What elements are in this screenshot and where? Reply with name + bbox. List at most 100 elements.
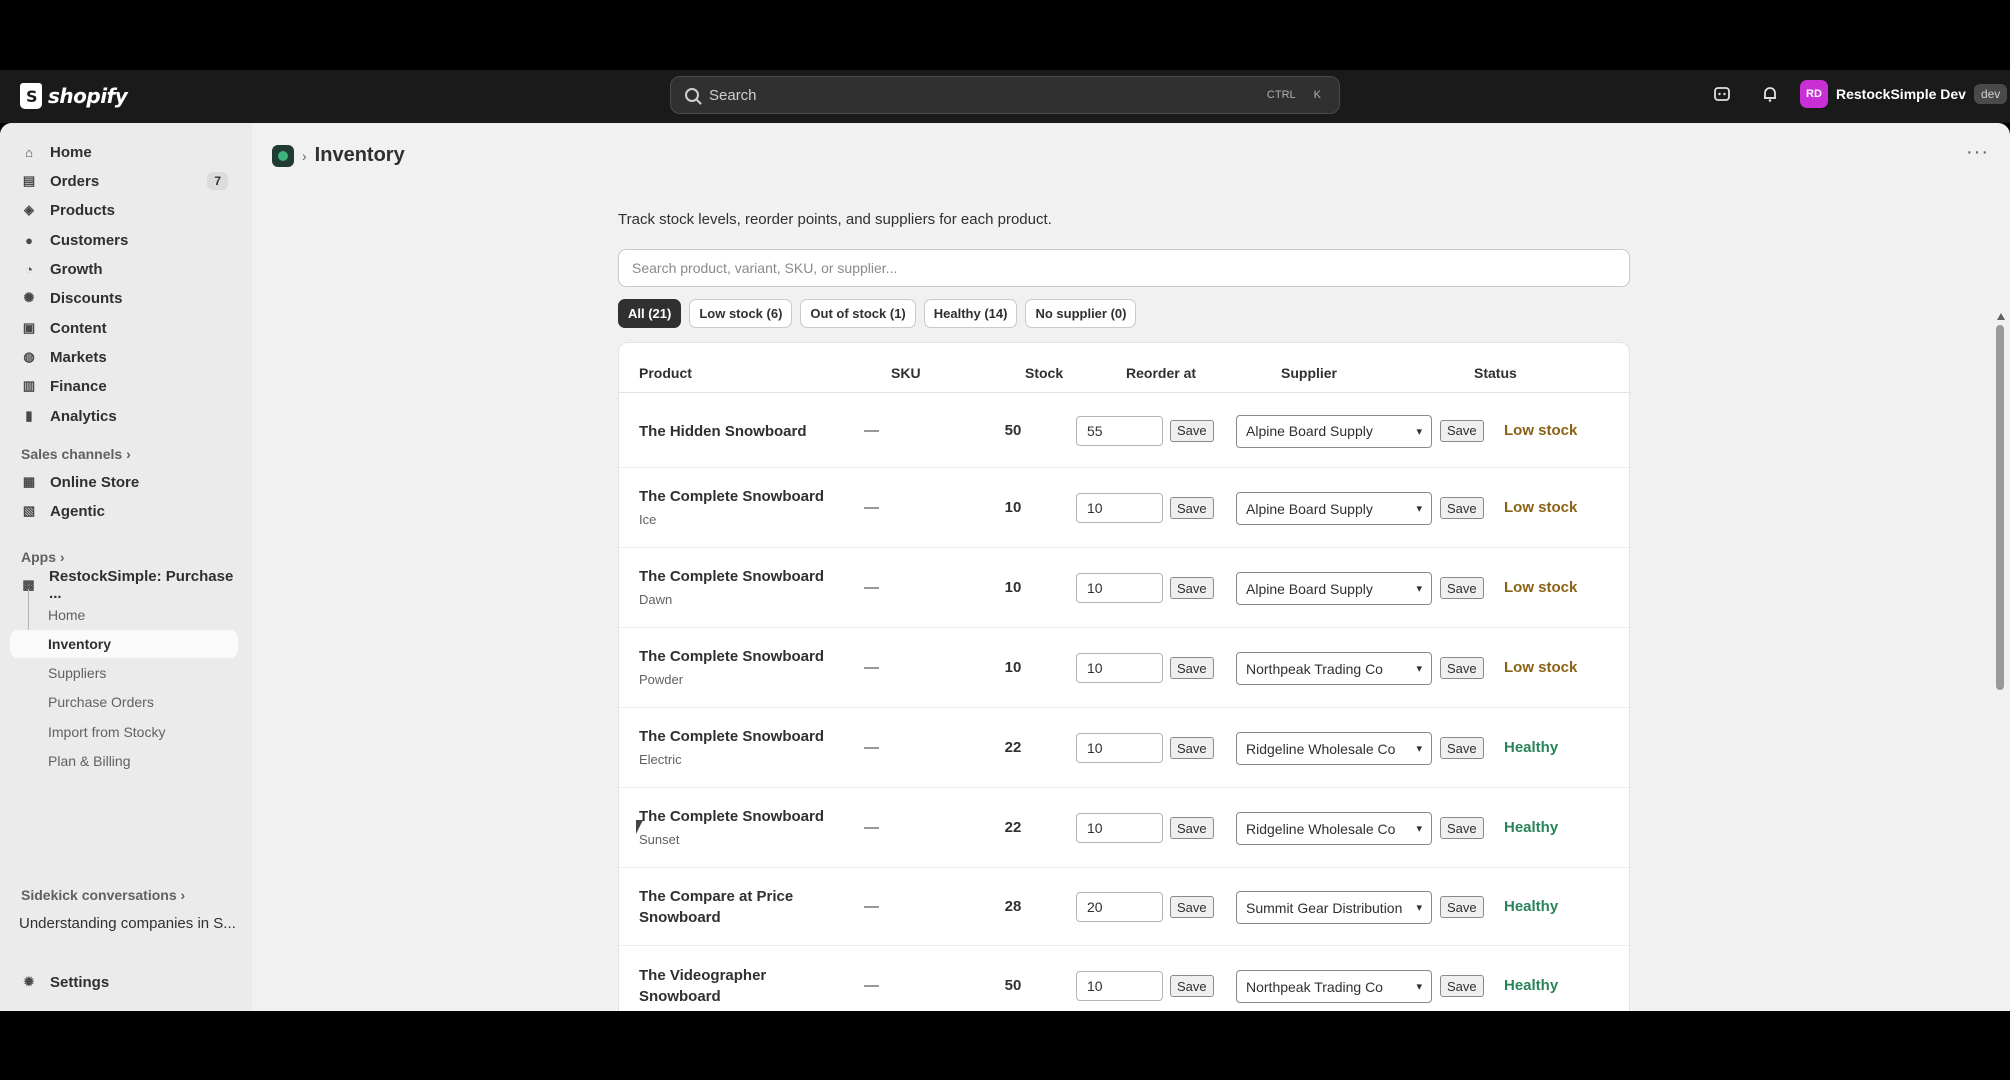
user-menu[interactable]: RD RestockSimple Dev dev — [1800, 80, 2008, 108]
save-reorder-button[interactable]: Save — [1170, 737, 1214, 759]
sidebar-item-settings[interactable]: ✹ Settings — [10, 968, 238, 996]
sidebar-item-home[interactable]: ⌂ Home — [10, 138, 238, 166]
supplier-select[interactable]: Northpeak Trading Co ▾ — [1236, 970, 1432, 1003]
sidebar-subitem-purchase-orders[interactable]: Purchase Orders — [10, 688, 238, 716]
reorder-point-input[interactable] — [1076, 493, 1163, 523]
restocksimple-app-icon[interactable] — [272, 144, 294, 167]
table-row: The Hidden Snowboard — 50 Save Alpine Board … — [619, 393, 1631, 468]
avatar: RD — [1800, 80, 1828, 108]
save-reorder-button[interactable]: Save — [1170, 975, 1214, 997]
filter-healthy[interactable]: Healthy (14) — [923, 299, 1018, 328]
save-reorder-button[interactable]: Save — [1170, 497, 1214, 519]
orders-count-badge: 7 — [207, 172, 228, 190]
sidebar-item-label: RestockSimple: Purchase ... — [49, 568, 234, 602]
sidebar-item-customers[interactable]: ● Customers — [10, 226, 238, 254]
sidebar-item-online-store[interactable]: ▦ Online Store — [10, 468, 238, 496]
page-scrollbar[interactable] — [1995, 313, 2005, 1011]
filter-out-of-stock[interactable]: Out of stock (1) — [800, 299, 916, 328]
product-name[interactable]: The Videographer Snowboard — [639, 965, 829, 1007]
product-name[interactable]: The Complete Snowboard — [639, 566, 829, 587]
save-supplier-button[interactable]: Save — [1440, 975, 1484, 997]
sidebar-subitem-home[interactable]: Home — [10, 601, 238, 629]
chevron-down-icon: ▾ — [1416, 902, 1422, 914]
product-name[interactable]: The Complete Snowboard — [639, 806, 829, 827]
status-badge: Low stock — [1504, 499, 1578, 516]
supplier-select[interactable]: Summit Gear Distribution ▾ — [1236, 891, 1432, 924]
apps-link[interactable]: Apps › — [21, 549, 65, 565]
column-header-status: Status — [1474, 365, 1517, 381]
product-name[interactable]: The Compare at Price Snowboard — [639, 886, 829, 928]
global-search[interactable]: Search CTRL K — [670, 76, 1340, 114]
sidekick-icon[interactable] — [1712, 84, 1732, 104]
more-actions-icon[interactable]: ··· — [1966, 141, 1989, 164]
product-name[interactable]: The Hidden Snowboard — [639, 421, 829, 442]
save-supplier-button[interactable]: Save — [1440, 896, 1484, 918]
filter-no-supplier[interactable]: No supplier (0) — [1025, 299, 1137, 328]
growth-icon: ◔ — [25, 261, 33, 277]
product-name[interactable]: The Complete Snowboard — [639, 486, 829, 507]
shopify-logo[interactable]: shopify — [20, 83, 128, 109]
supplier-select[interactable]: Ridgeline Wholesale Co ▾ — [1236, 732, 1432, 765]
reorder-point-input[interactable] — [1076, 573, 1163, 603]
sidebar-item-analytics[interactable]: ▮ Analytics — [10, 402, 238, 430]
supplier-select[interactable]: Alpine Board Supply ▾ — [1236, 572, 1432, 605]
product-name[interactable]: The Complete Snowboard — [639, 646, 829, 667]
sku-value: — — [864, 421, 879, 439]
save-supplier-button[interactable]: Save — [1440, 577, 1484, 599]
variant-name: Sunset — [639, 832, 680, 847]
save-supplier-button[interactable]: Save — [1440, 419, 1484, 442]
save-reorder-button[interactable]: Save — [1170, 657, 1214, 679]
sidebar-item-discounts[interactable]: ✺ Discounts — [10, 284, 238, 312]
save-reorder-button[interactable]: Save — [1170, 896, 1214, 918]
sidekick-conversation-item[interactable]: Understanding companies in S... — [10, 909, 238, 937]
save-supplier-button[interactable]: Save — [1440, 817, 1484, 839]
supplier-select[interactable]: Alpine Board Supply ▾ — [1236, 414, 1432, 448]
sidebar-subitem-import-from-stocky[interactable]: Import from Stocky — [10, 718, 238, 746]
save-supplier-button[interactable]: Save — [1440, 497, 1484, 519]
sidebar-item-products[interactable]: ◈ Products — [10, 196, 238, 224]
reorder-point-input[interactable] — [1076, 813, 1163, 843]
reorder-point-input[interactable] — [1076, 971, 1163, 1001]
scroll-up-icon[interactable] — [1997, 313, 2005, 320]
sidebar-item-orders[interactable]: ▤ Orders 7 — [10, 167, 238, 195]
bank-icon: ▥ — [22, 378, 36, 393]
save-supplier-button[interactable]: Save — [1440, 737, 1484, 759]
sidebar-item-label: Home — [50, 143, 92, 161]
save-supplier-button[interactable]: Save — [1440, 657, 1484, 679]
scroll-thumb[interactable] — [1996, 325, 2004, 690]
reorder-point-input[interactable] — [1076, 653, 1163, 683]
search-shortcut: CTRL K — [1263, 87, 1325, 103]
sidekick-conversations-link[interactable]: Sidekick conversations › — [21, 887, 185, 903]
save-reorder-button[interactable]: Save — [1170, 577, 1214, 599]
sidebar-item-restocksimple[interactable]: ▩ RestockSimple: Purchase ... — [10, 568, 238, 602]
table-row: The Compare at Price Snowboard — 28 Save Sum… — [619, 868, 1631, 946]
sidebar-item-agentic[interactable]: ▧ Agentic — [10, 497, 238, 525]
sidebar-subitem-plan-billing[interactable]: Plan & Billing — [10, 747, 238, 775]
sales-channels-link[interactable]: Sales channels › — [21, 446, 131, 462]
product-name[interactable]: The Complete Snowboard — [639, 726, 829, 747]
save-reorder-button[interactable]: Save — [1170, 419, 1214, 442]
inventory-search-input[interactable] — [618, 249, 1630, 287]
supplier-select[interactable]: Northpeak Trading Co ▾ — [1236, 652, 1432, 685]
sidebar-item-markets[interactable]: ◍ Markets — [10, 343, 238, 371]
reorder-point-input[interactable] — [1076, 733, 1163, 763]
bell-icon[interactable] — [1760, 84, 1780, 104]
filter-low-stock[interactable]: Low stock (6) — [689, 299, 793, 328]
reorder-point-input[interactable] — [1076, 415, 1163, 446]
status-badge: Healthy — [1504, 977, 1559, 994]
sidebar-item-growth[interactable]: ◔ Growth — [10, 255, 238, 283]
save-reorder-button[interactable]: Save — [1170, 817, 1214, 839]
table-row: The Complete Snowboard Dawn — 10 Save Alpine … — [619, 548, 1631, 628]
supplier-select[interactable]: Ridgeline Wholesale Co ▾ — [1236, 812, 1432, 845]
sidebar-subitem-inventory[interactable]: Inventory — [10, 630, 238, 658]
sidebar-subitem-suppliers[interactable]: Suppliers — [10, 659, 238, 687]
supplier-select[interactable]: Alpine Board Supply ▾ — [1236, 492, 1432, 525]
sidebar-item-content[interactable]: ▣ Content — [10, 314, 238, 342]
chevron-down-icon: ▾ — [1416, 503, 1422, 515]
table-row: The Complete Snowboard Electric — 22 Save Rid… — [619, 708, 1631, 788]
chevron-down-icon: ▾ — [1416, 981, 1422, 993]
search-placeholder: Search — [709, 86, 757, 104]
reorder-point-input[interactable] — [1076, 892, 1163, 922]
filter-all[interactable]: All (21) — [618, 299, 682, 328]
sidebar-item-finance[interactable]: ▥ Finance — [10, 372, 238, 400]
